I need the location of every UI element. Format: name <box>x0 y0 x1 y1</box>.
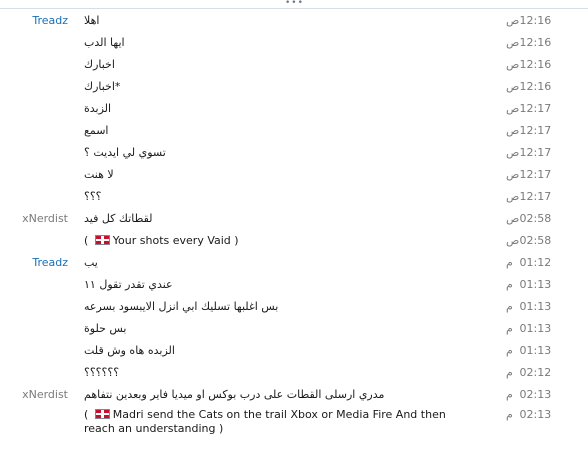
timestamp: ص 12:16 <box>506 36 552 49</box>
message-text: ( Madri send the Cats on the trail Xbox … <box>84 408 446 435</box>
sender-name[interactable]: Treadz <box>0 14 68 28</box>
message-text: الزبده هاه وش قلت <box>84 344 175 357</box>
divider <box>0 8 588 9</box>
message-text: ؟؟؟؟؟؟ <box>84 366 120 379</box>
timestamp: م 01:12 <box>506 256 552 269</box>
timestamp: م 02:13 <box>506 408 552 421</box>
timestamp: م 01:13 <box>506 344 552 357</box>
timestamp: م 02:13 <box>506 388 552 401</box>
message-text: بس حلوة <box>84 322 127 335</box>
message-text: ايها الدب <box>84 36 125 49</box>
message-text: لقطاتك كل فيد <box>84 212 153 225</box>
message-text: اسمع <box>84 124 109 137</box>
timestamp: ص 12:17 <box>506 146 552 159</box>
timestamp: ص 02:58 <box>506 234 552 247</box>
message-text: اهلا <box>84 14 100 27</box>
timestamp: م 01:13 <box>506 300 552 313</box>
message-text: يب <box>84 256 98 269</box>
message-text: ( Your shots every Vaid ) <box>84 234 239 247</box>
message-text: الزبدة <box>84 102 112 115</box>
message-text: اخبارك <box>84 58 115 71</box>
resize-handle[interactable]: ••• <box>0 0 588 9</box>
message-text: *اخبارك <box>84 80 121 93</box>
timestamp: م 02:12 <box>506 366 552 379</box>
timestamp: ص 12:17 <box>506 124 552 137</box>
message-text: تسوي لي ايديت ؟ <box>84 146 166 159</box>
sender-name[interactable]: xNerdist <box>0 212 68 226</box>
message-text: لا هنت <box>84 168 114 181</box>
chat-history[interactable]: Treadz اهلا ص 12:16 ايها الدب ص 12:16 اخ… <box>0 11 588 453</box>
sender-name[interactable]: Treadz <box>0 256 68 270</box>
message-text: بس اغلبها تسليك ابي انزل الايبسود بسرعه <box>84 300 279 313</box>
timestamp: ص 12:17 <box>506 102 552 115</box>
timestamp: ص 12:17 <box>506 168 552 181</box>
message-text: ؟؟؟ <box>84 190 102 203</box>
timestamp: ص 12:16 <box>506 14 552 27</box>
uk-flag-icon <box>94 235 110 245</box>
timestamp: م 01:13 <box>506 322 552 335</box>
message-text: عندي تقدر تقول ١١ <box>84 278 173 291</box>
timestamp: ص 02:58 <box>506 212 552 225</box>
timestamp: ص 12:17 <box>506 190 552 203</box>
timestamp: م 01:13 <box>506 278 552 291</box>
timestamp: ص 12:16 <box>506 80 552 93</box>
sender-name[interactable]: xNerdist <box>0 388 68 402</box>
message-text: مدري ارسلى القطات على درب بوكس او ميديا … <box>84 388 385 401</box>
grip-dots-icon[interactable]: ••• <box>285 0 303 8</box>
uk-flag-icon <box>94 409 110 419</box>
timestamp: ص 12:16 <box>506 58 552 71</box>
